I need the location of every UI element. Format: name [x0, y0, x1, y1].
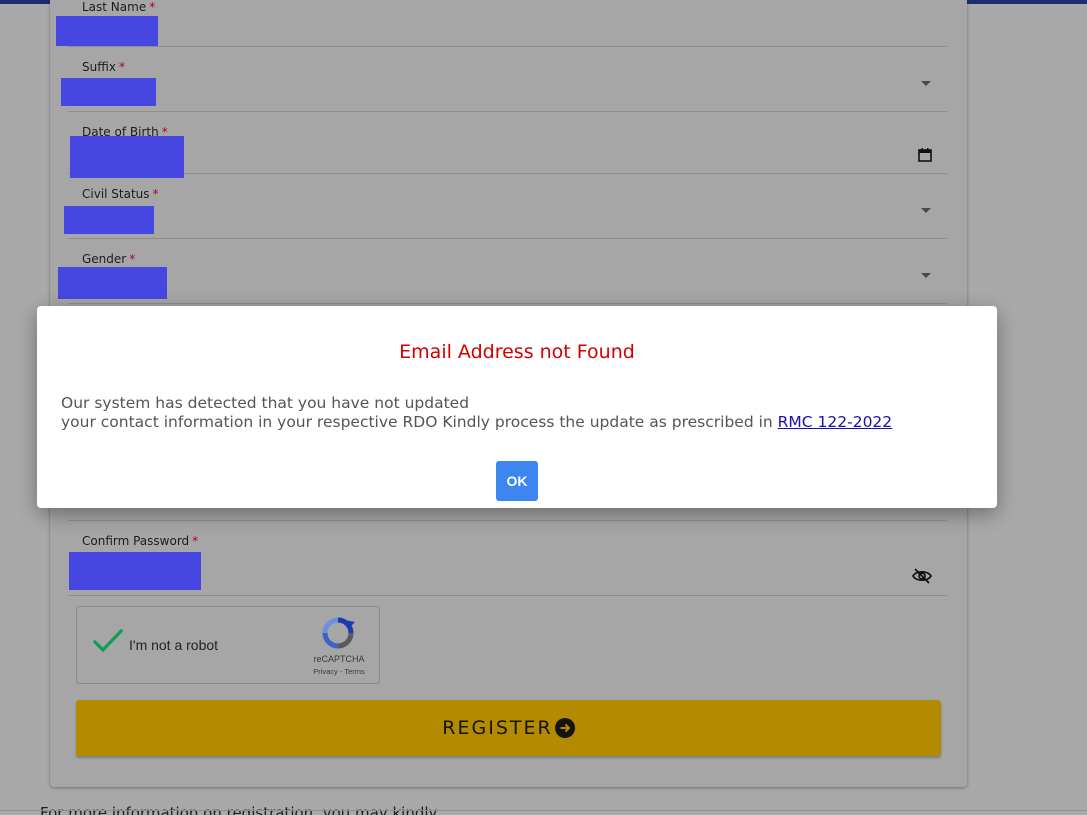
- suffix-select[interactable]: Suffix *: [68, 47, 947, 112]
- rmc-link[interactable]: RMC 122-2022: [778, 413, 893, 431]
- recaptcha-widget[interactable]: I'm not a robot reCAPTCHA Privacy - Term…: [76, 606, 380, 684]
- dialog-message-line1: Our system has detected that you have no…: [61, 394, 470, 412]
- register-button[interactable]: REGISTER: [76, 700, 941, 756]
- dialog-title: Email Address not Found: [399, 341, 635, 363]
- required-marker: *: [152, 187, 159, 201]
- arrow-right-circle-icon: [554, 718, 575, 738]
- required-marker: *: [192, 534, 199, 548]
- civil-status-label: Civil Status: [82, 187, 150, 201]
- checkmark-icon[interactable]: [92, 627, 124, 655]
- required-marker: *: [129, 252, 136, 266]
- required-marker: *: [118, 60, 125, 74]
- redacted-confirm-password-value: [69, 552, 201, 590]
- redacted-dob-value: [70, 136, 184, 178]
- caret-down-icon: [921, 81, 931, 86]
- redacted-last-name-value: [56, 16, 158, 46]
- civil-status-select[interactable]: Civil Status *: [68, 174, 947, 239]
- register-label: REGISTER: [442, 717, 553, 739]
- footer-info-text: For more information on registration, yo…: [40, 804, 438, 815]
- last-name-field[interactable]: Last Name *: [68, 0, 947, 47]
- dialog-message: Our system has detected that you have no…: [61, 394, 961, 432]
- recaptcha-terms-link[interactable]: Terms: [344, 667, 364, 676]
- last-name-label: Last Name: [82, 0, 147, 14]
- redacted-civil-status-value: [64, 206, 154, 234]
- recaptcha-label: I'm not a robot: [129, 637, 219, 653]
- recaptcha-privacy-link[interactable]: Privacy: [313, 667, 338, 676]
- redacted-gender-value: [58, 267, 167, 299]
- caret-down-icon: [921, 208, 931, 213]
- caret-down-icon: [921, 273, 931, 278]
- ok-button[interactable]: OK: [496, 461, 538, 501]
- gender-select[interactable]: Gender *: [68, 239, 947, 304]
- eye-off-icon[interactable]: [911, 567, 933, 585]
- suffix-label: Suffix: [82, 60, 116, 74]
- required-marker: *: [149, 0, 156, 14]
- recaptcha-brand: reCAPTCHA: [313, 654, 365, 664]
- divider: [0, 810, 1087, 811]
- dialog-message-line2: your contact information in your respect…: [61, 413, 778, 431]
- date-of-birth-input[interactable]: Date of Birth *: [68, 112, 947, 174]
- redacted-suffix-value: [61, 78, 156, 106]
- calendar-icon[interactable]: [917, 147, 933, 163]
- gender-label: Gender: [82, 252, 127, 266]
- recaptcha-logo-icon: [322, 617, 355, 649]
- confirm-password-label: Confirm Password: [82, 534, 190, 548]
- email-not-found-dialog: Email Address not Found Our system has d…: [37, 306, 997, 508]
